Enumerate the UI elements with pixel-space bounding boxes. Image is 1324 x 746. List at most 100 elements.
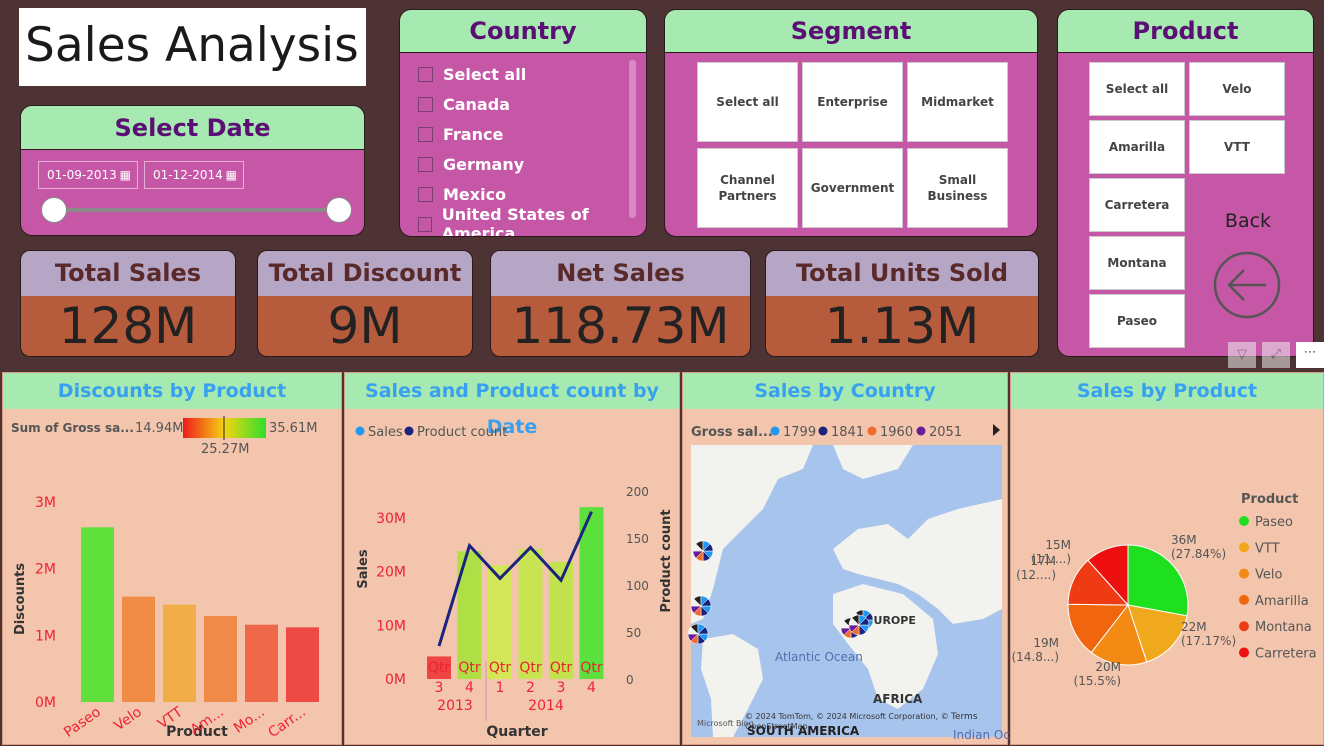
bar xyxy=(245,624,278,702)
segment-tile[interactable]: Channel Partners xyxy=(697,148,798,228)
country-pie-marker[interactable] xyxy=(692,540,714,562)
country-scrollbar[interactable] xyxy=(629,60,636,218)
country-option-label: Mexico xyxy=(443,184,507,204)
country-option[interactable]: United States of America xyxy=(400,205,646,236)
pie-pct-label: (17.17%) xyxy=(1181,634,1236,648)
country-pie-marker[interactable] xyxy=(848,614,870,636)
focus-mode-icon[interactable]: ⤢ xyxy=(1262,342,1290,368)
segment-tile[interactable]: Government xyxy=(802,148,903,228)
product-tile[interactable]: Select all xyxy=(1089,62,1185,116)
segment-tile[interactable]: Enterprise xyxy=(802,62,903,142)
kpi-value: 118.73M xyxy=(511,297,730,355)
legend-dot xyxy=(818,426,828,436)
x-tick-label: Qtr xyxy=(428,660,451,676)
kpi-card-net-sales: Net Sales 118.73M xyxy=(490,250,751,357)
x-tick-label: Paseo xyxy=(61,704,104,741)
legend-dot xyxy=(1239,647,1249,658)
sales-by-product-panel: Sales by Product Product Paseo VTT Velo Ama… xyxy=(1010,372,1324,745)
product-tile[interactable]: Amarilla xyxy=(1089,120,1185,174)
product-tile[interactable]: Carretera xyxy=(1089,178,1185,232)
legend-entry: Amarilla xyxy=(1255,594,1309,609)
product-tile[interactable]: VTT xyxy=(1189,120,1285,174)
x-tick-label: Qtr xyxy=(550,660,573,676)
country-option-label: France xyxy=(443,124,504,144)
country-option-label: United States of America xyxy=(441,205,589,237)
kpi-card-total-discount: Total Discount 9M xyxy=(257,250,473,357)
legend-min: 14.94M xyxy=(135,421,183,436)
start-date-handle[interactable] xyxy=(41,197,67,223)
country-option[interactable]: France xyxy=(400,119,646,149)
checkbox[interactable] xyxy=(418,216,432,232)
legend-product-count: Product count xyxy=(417,425,507,440)
legend-dot xyxy=(1239,516,1249,526)
y2-tick-label: 200 xyxy=(626,485,649,499)
product-tile[interactable]: Montana xyxy=(1089,236,1185,290)
discounts-bar-chart[interactable]: Sum of Gross sa... 14.94M 35.61M 25.27M … xyxy=(3,409,343,746)
map-credit: © 2024 TomTom, © 2024 Microsoft Corporat… xyxy=(745,712,949,731)
x-tick-label-line2: 2 xyxy=(526,680,535,696)
legend-product-count-dot xyxy=(404,426,414,436)
checkbox[interactable] xyxy=(418,96,433,112)
checkbox[interactable] xyxy=(418,186,433,202)
product-slicer-header: Product xyxy=(1058,10,1313,53)
legend-next-icon[interactable] xyxy=(993,424,1000,436)
legend-entry: Paseo xyxy=(1255,515,1293,530)
panel-title: Sales by Product xyxy=(1011,373,1323,409)
country-option[interactable]: Select all xyxy=(400,59,646,89)
country-pie-marker[interactable] xyxy=(687,623,709,645)
start-date-field[interactable]: 01-09-2013 ▦ xyxy=(38,161,138,189)
x-tick-label: Qtr xyxy=(580,660,603,676)
date-range-track[interactable] xyxy=(53,208,339,212)
year-label: 2014 xyxy=(528,698,564,714)
legend-entry: 1841 xyxy=(831,425,864,440)
filter-icon[interactable]: ▽ xyxy=(1228,342,1256,368)
y-axis-title: Sales xyxy=(356,549,371,588)
legend-dot xyxy=(770,426,780,436)
sales-pie-chart[interactable]: Product Paseo VTT Velo Amarilla Montana Carre… xyxy=(1011,409,1324,746)
country-option-label: Germany xyxy=(443,154,525,174)
country-map[interactable]: Gross sal... 1799 1841 1960 2051 EUROPE … xyxy=(683,409,1009,746)
legend-entry: 1799 xyxy=(783,425,816,440)
segment-tile[interactable]: Small Business xyxy=(907,148,1008,228)
sales-combo-chart[interactable]: Sales Product count Sales Product count … xyxy=(345,409,681,746)
country-pie-marker[interactable] xyxy=(690,595,712,617)
y-tick-label: 2M xyxy=(35,562,56,578)
country-option-label: Canada xyxy=(443,94,510,114)
end-date-handle[interactable] xyxy=(326,197,352,223)
legend-sales-dot xyxy=(355,426,365,436)
segment-tile[interactable]: Select all xyxy=(697,62,798,142)
date-slicer-header: Select Date xyxy=(21,106,364,150)
pie-value-label: 20M xyxy=(1095,660,1121,674)
more-options-icon[interactable]: ⋯ xyxy=(1296,342,1324,368)
checkbox[interactable] xyxy=(418,126,433,142)
back-label[interactable]: Back xyxy=(1208,210,1288,232)
end-date-value: 01-12-2014 xyxy=(153,168,223,182)
map-legend-label: Gross sal... xyxy=(691,425,773,440)
product-tile[interactable]: Velo xyxy=(1189,62,1285,116)
product-tile[interactable]: Paseo xyxy=(1089,294,1185,348)
country-option[interactable]: Germany xyxy=(400,149,646,179)
checkbox[interactable] xyxy=(418,66,433,82)
bar xyxy=(122,596,155,702)
country-option[interactable]: Canada xyxy=(400,89,646,119)
discounts-by-product-panel: Discounts by Product Sum of Gross sa... … xyxy=(2,372,342,745)
calendar-icon[interactable]: ▦ xyxy=(120,162,131,188)
pie-pct-label: (11....) xyxy=(1031,552,1071,566)
bar xyxy=(286,627,319,702)
country-option-label: Select all xyxy=(443,64,527,84)
pie-value-label: 19M xyxy=(1033,636,1059,650)
y-tick-label: 1M xyxy=(35,628,56,644)
segment-slicer-header: Segment xyxy=(665,10,1037,53)
legend-entry: Carretera xyxy=(1255,647,1317,662)
checkbox[interactable] xyxy=(418,156,433,172)
end-date-field[interactable]: 01-12-2014 ▦ xyxy=(144,161,244,189)
segment-tile[interactable]: Midmarket xyxy=(907,62,1008,142)
map-terms-link[interactable]: Terms xyxy=(951,712,978,722)
calendar-icon[interactable]: ▦ xyxy=(226,162,237,188)
y-tick-label: 3M xyxy=(35,495,56,511)
pie-value-label: 15M xyxy=(1045,538,1071,552)
back-arrow-icon[interactable] xyxy=(1212,250,1282,320)
map-label-atlantic: Atlantic Ocean xyxy=(775,650,863,664)
x-tick-label-line2: 3 xyxy=(557,680,566,696)
report-title: Sales Analysis xyxy=(25,18,359,73)
